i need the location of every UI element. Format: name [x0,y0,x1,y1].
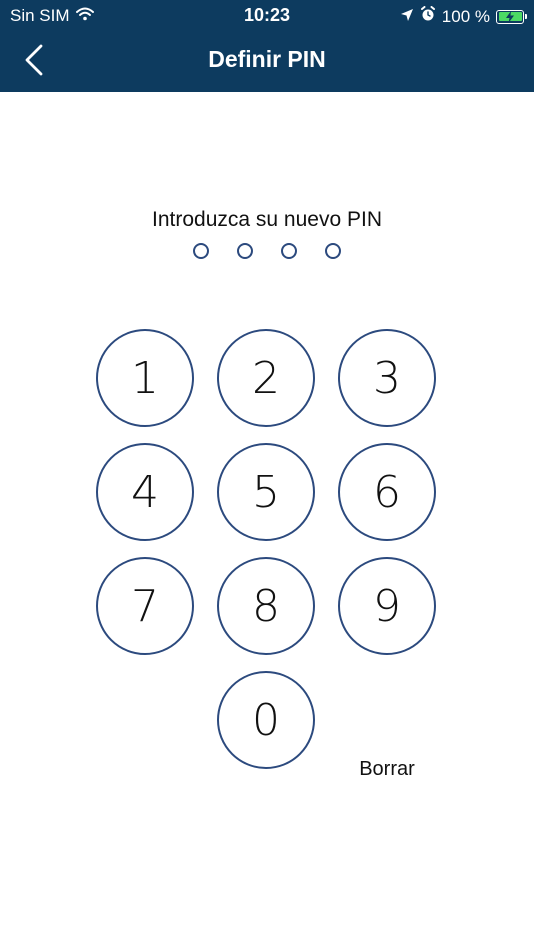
alarm-icon [420,6,436,27]
key-3[interactable]: 3 [338,329,436,427]
pin-indicator [0,243,534,259]
key-5[interactable]: 5 [217,443,315,541]
charging-bolt-icon [506,10,514,23]
battery-charging-icon [496,9,527,24]
pin-dot [237,243,253,259]
key-4[interactable]: 4 [96,443,194,541]
key-6[interactable]: 6 [338,443,436,541]
key-7[interactable]: 7 [96,557,194,655]
battery-percent: 100 % [441,6,490,26]
key-1[interactable]: 1 [96,329,194,427]
key-0[interactable]: 0 [217,671,315,769]
pin-dot [193,243,209,259]
pin-prompt: Introduzca su nuevo PIN [152,208,382,231]
navigation-bar: Definir PIN [0,32,534,92]
page-title: Definir PIN [208,46,326,72]
battery-cap [525,13,527,19]
key-2[interactable]: 2 [217,329,315,427]
location-arrow-icon [400,7,414,27]
key-9[interactable]: 9 [338,557,436,655]
pin-dot [281,243,297,259]
key-8[interactable]: 8 [217,557,315,655]
status-bar: Sin SIM 10:23 100 % [0,0,534,32]
clear-button[interactable]: Borrar [338,758,436,781]
pin-dot [325,243,341,259]
top-bar: Sin SIM 10:23 100 % Definir PIN [0,0,534,92]
status-right: 100 % [400,6,527,27]
